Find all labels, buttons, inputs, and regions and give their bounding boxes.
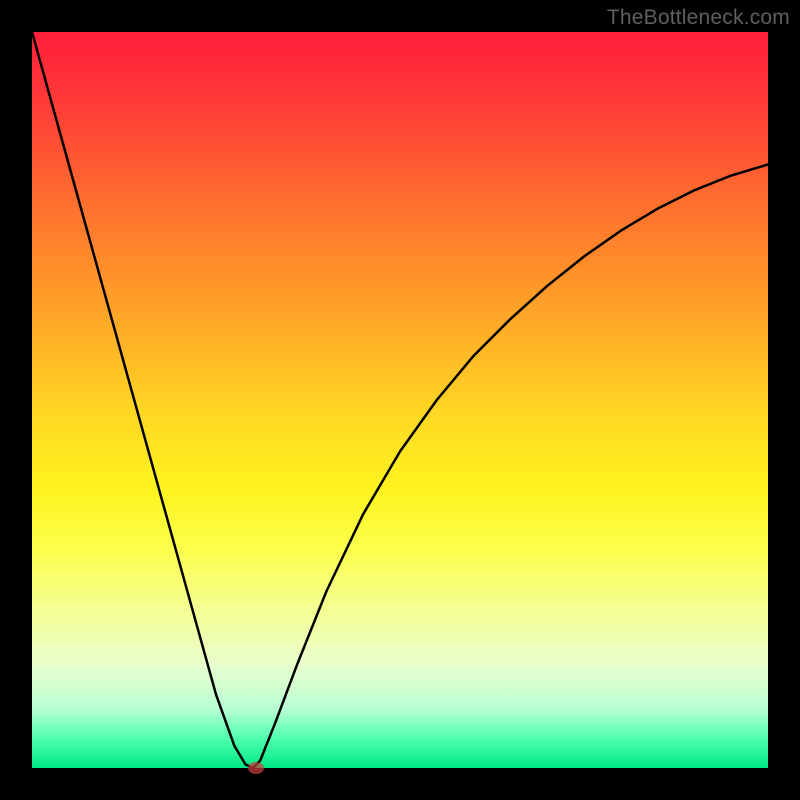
bottleneck-curve	[32, 32, 768, 768]
plot-area	[32, 32, 768, 768]
chart-frame: TheBottleneck.com	[0, 0, 800, 800]
watermark-text: TheBottleneck.com	[607, 6, 790, 30]
optimal-point-marker	[248, 762, 264, 774]
